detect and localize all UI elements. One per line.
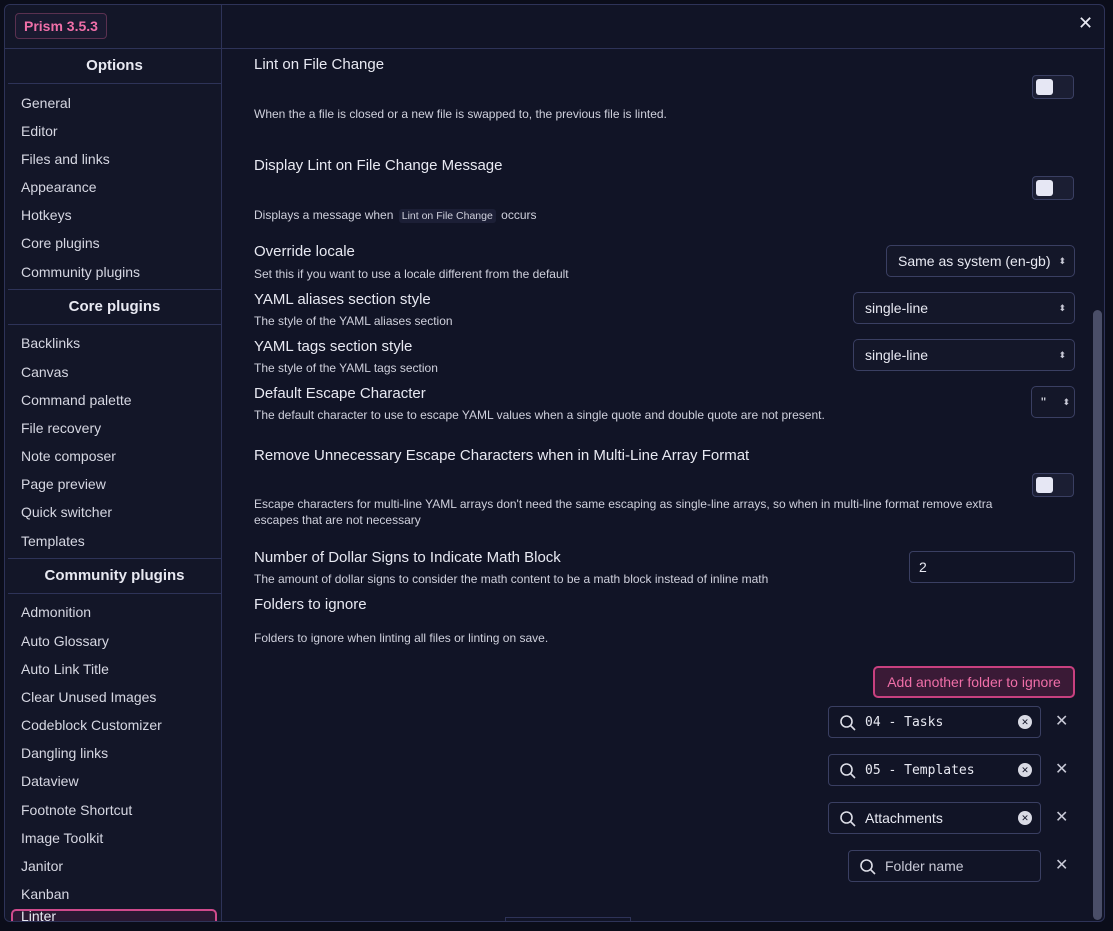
clear-icon[interactable]: ✕ [1018, 715, 1032, 729]
select-value: Same as system (en-gb) [898, 253, 1051, 269]
toggle-knob [1036, 79, 1053, 95]
toggle-knob [1036, 477, 1053, 493]
sidebar-item-file-recovery[interactable]: File recovery [21, 418, 101, 438]
setting-title: Folders to ignore [254, 596, 367, 613]
sidebar-item-core-plugins[interactable]: Core plugins [21, 233, 100, 253]
sidebar-item-clear-unused-images[interactable]: Clear Unused Images [21, 687, 156, 707]
remove-folder-button[interactable]: ✕ [1055, 711, 1068, 731]
remove-escape-chars-toggle[interactable] [1032, 473, 1074, 497]
sidebar-item-note-composer[interactable]: Note composer [21, 446, 116, 466]
chevron-updown-icon: ⬍ [1058, 256, 1066, 266]
sidebar-item-files-and-links[interactable]: Files and links [21, 149, 110, 169]
sidebar-item-appearance[interactable]: Appearance [21, 177, 97, 197]
sidebar-item-command-palette[interactable]: Command palette [21, 390, 132, 410]
remove-folder-button[interactable]: ✕ [1055, 759, 1068, 779]
sidebar-item-dataview[interactable]: Dataview [21, 771, 79, 791]
folder-value: Attachments [865, 810, 943, 826]
inline-code: Lint on File Change [398, 209, 496, 223]
divider [505, 917, 631, 921]
settings-modal: Prism 3.5.3 Options General Editor Files… [4, 4, 1105, 922]
desc-text: occurs [501, 208, 537, 222]
yaml-aliases-style-select[interactable]: single-line ⬍ [853, 292, 1075, 324]
yaml-tags-style-select[interactable]: single-line ⬍ [853, 339, 1075, 371]
sidebar-item-image-toolkit[interactable]: Image Toolkit [21, 828, 103, 848]
folder-input[interactable]: Attachments ✕ [828, 802, 1041, 834]
desc-text: Displays a message when [254, 208, 394, 222]
sidebar-item-hotkeys[interactable]: Hotkeys [21, 205, 72, 225]
sidebar-item-codeblock-customizer[interactable]: Codeblock Customizer [21, 715, 162, 735]
folder-value: 04 - Tasks [865, 715, 944, 730]
search-icon [860, 859, 876, 875]
folder-value: 05 - Templates [865, 763, 975, 778]
remove-folder-button[interactable]: ✕ [1055, 807, 1068, 827]
setting-title: Lint on File Change [254, 56, 385, 73]
setting-description: The default character to use to escape Y… [254, 408, 825, 422]
folder-input[interactable]: 05 - Templates ✕ [828, 754, 1041, 786]
chevron-updown-icon: ⬍ [1058, 350, 1066, 360]
setting-title: Display Lint on File Change Message [254, 157, 503, 174]
chevron-updown-icon: ⬍ [1062, 397, 1070, 407]
sidebar-item-linter[interactable]: Linter [11, 908, 217, 922]
select-value: single-line [865, 347, 929, 363]
setting-description: When the a file is closed or a new file … [254, 107, 667, 121]
folder-input[interactable]: Folder name [848, 850, 1041, 882]
sidebar-item-auto-glossary[interactable]: Auto Glossary [21, 631, 109, 651]
sidebar-item-janitor[interactable]: Janitor [21, 856, 63, 876]
lint-on-file-change-toggle[interactable] [1032, 75, 1074, 99]
display-lint-message-toggle[interactable] [1032, 176, 1074, 200]
sidebar-item-dangling-links[interactable]: Dangling links [21, 743, 108, 763]
folder-input[interactable]: 04 - Tasks ✕ [828, 706, 1041, 738]
setting-description: Escape characters for multi-line YAML ar… [254, 497, 993, 527]
sidebar-item-editor[interactable]: Editor [21, 121, 58, 141]
sidebar-item-quick-switcher[interactable]: Quick switcher [21, 502, 112, 522]
close-button[interactable]: ✕ [1078, 13, 1093, 34]
dollar-signs-input[interactable] [909, 551, 1075, 583]
locale-select[interactable]: Same as system (en-gb) ⬍ [886, 245, 1075, 277]
sidebar-item-community-plugins[interactable]: Community plugins [21, 262, 140, 282]
search-icon [840, 763, 856, 779]
scrollbar[interactable] [1093, 310, 1102, 920]
core-plugins-header: Core plugins [8, 289, 221, 325]
settings-sidebar: Prism 3.5.3 Options General Editor Files… [5, 5, 222, 921]
remove-folder-button[interactable]: ✕ [1055, 855, 1068, 875]
sidebar-item-footnote-shortcut[interactable]: Footnote Shortcut [21, 800, 132, 820]
sidebar-item-templates[interactable]: Templates [21, 531, 85, 551]
sidebar-item-admonition[interactable]: Admonition [21, 602, 91, 622]
add-folder-button[interactable]: Add another folder to ignore [873, 666, 1075, 698]
select-value: single-line [865, 300, 929, 316]
toggle-knob [1036, 180, 1053, 196]
community-plugins-header: Community plugins [8, 558, 221, 594]
sidebar-item-kanban[interactable]: Kanban [21, 884, 69, 904]
folder-placeholder: Folder name [885, 858, 964, 874]
sidebar-item-auto-link-title[interactable]: Auto Link Title [21, 659, 109, 679]
setting-title: YAML tags section style [254, 338, 413, 355]
setting-title: Override locale [254, 243, 355, 260]
clear-icon[interactable]: ✕ [1018, 811, 1032, 825]
select-value: " [1041, 394, 1046, 410]
sidebar-item-backlinks[interactable]: Backlinks [21, 333, 80, 353]
search-icon [840, 811, 856, 827]
search-icon [840, 715, 856, 731]
options-header: Options [8, 48, 221, 84]
sidebar-item-general[interactable]: General [21, 93, 71, 113]
setting-title: YAML aliases section style [254, 291, 431, 308]
clear-icon[interactable]: ✕ [1018, 763, 1032, 777]
setting-title: Remove Unnecessary Escape Characters whe… [254, 447, 750, 464]
sidebar-item-page-preview[interactable]: Page preview [21, 474, 106, 494]
sidebar-item-linter-label: Linter [21, 908, 57, 922]
chevron-updown-icon: ⬍ [1058, 303, 1066, 313]
escape-character-select[interactable]: " ⬍ [1031, 386, 1075, 418]
divider [222, 48, 1104, 49]
setting-title: Number of Dollar Signs to Indicate Math … [254, 549, 561, 566]
sidebar-item-canvas[interactable]: Canvas [21, 362, 68, 382]
setting-description: Displays a message when Lint on File Cha… [254, 207, 1024, 224]
version-badge: Prism 3.5.3 [15, 13, 107, 39]
setting-description: Folders to ignore when linting all files… [254, 631, 549, 645]
setting-title: Default Escape Character [254, 385, 426, 402]
